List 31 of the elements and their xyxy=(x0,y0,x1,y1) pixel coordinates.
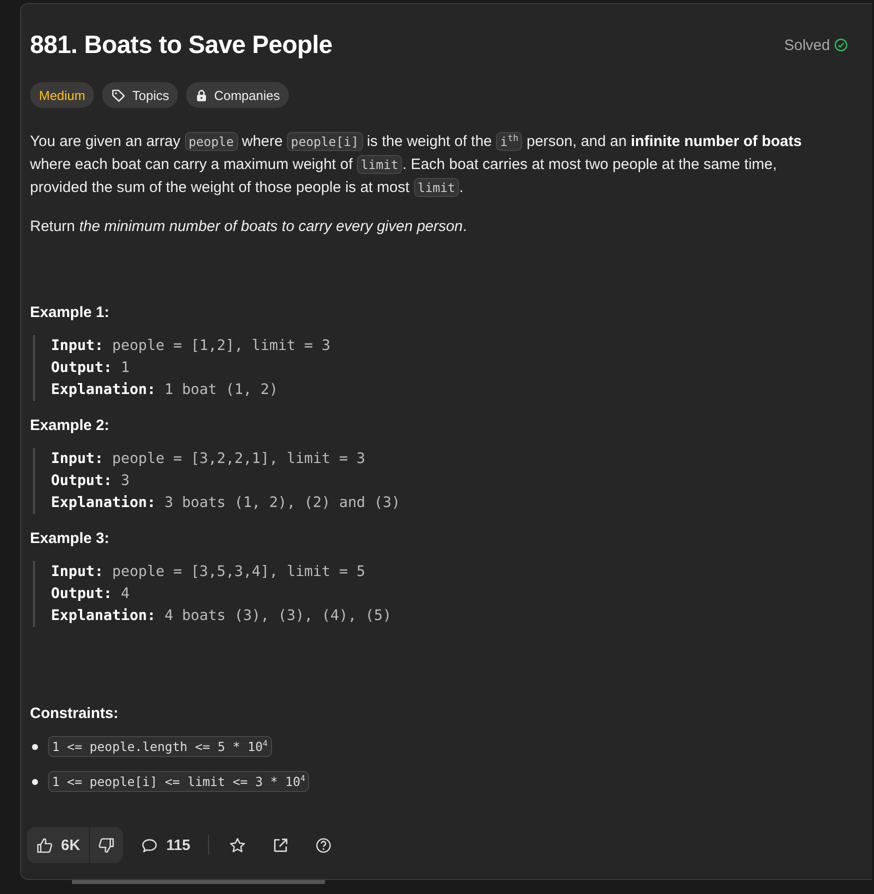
speech-bubble-icon xyxy=(141,836,158,854)
topics-button[interactable]: Topics xyxy=(102,82,178,108)
comments-button[interactable]: 115 xyxy=(137,827,194,863)
bullet-icon xyxy=(32,744,38,750)
example-line: Input: people = [1,2], limit = 3 xyxy=(51,337,332,356)
scrollbar-thumb[interactable] xyxy=(72,880,325,884)
constraint-code: 1 <= people[i] <= limit <= 3 * 10$^{4}$ xyxy=(48,771,310,792)
constraints-heading: Constraints: xyxy=(30,705,120,722)
example-line: Explanation: 1 boat (1, 2) xyxy=(51,381,279,400)
thumbs-up-icon xyxy=(36,836,53,854)
example-line: Explanation: 4 boats (3), (3), (4), (5) xyxy=(51,607,392,626)
example-line: Output: 4 xyxy=(51,585,131,604)
solved-label: Solved xyxy=(784,36,830,54)
description-paragraph: You are given an array people where people[i] is the weight of the i$^{th}$ person, and an infinite number of boats where each boat can carry a maximum weight of limit . Each boat carries at most two people at the same time, provided the sum of the weight of those people is at most limit . xyxy=(30,131,803,200)
example-line: Input: people = [3,2,2,1], limit = 3 xyxy=(51,450,366,470)
example-line: Output: 1 xyxy=(51,359,131,378)
example-heading: Example 3: xyxy=(30,530,110,548)
example-heading: Example 2: xyxy=(30,417,110,434)
tag-icon xyxy=(111,88,126,102)
constraint-code: 1 <= people.length <= 5 * 10$^{4}$ xyxy=(48,736,272,758)
bullet-icon xyxy=(32,778,38,785)
description-paragraph: Return the minimum number of boats to carry every given person. xyxy=(30,217,468,238)
example-line: Output: 3 xyxy=(51,472,131,492)
companies-button[interactable]: Companies xyxy=(186,82,289,108)
problem-title: 881. Boats to Save People xyxy=(30,30,332,60)
example-line: Explanation: 3 boats (1, 2), (2) and (3) xyxy=(51,494,402,514)
lock-icon xyxy=(195,88,208,102)
example-heading: Example 1: xyxy=(30,304,110,322)
example-line: Input: people = [3,5,3,4], limit = 5 xyxy=(51,563,366,582)
thumbs-down-icon xyxy=(98,836,116,854)
difficulty-label: Medium xyxy=(30,82,94,108)
